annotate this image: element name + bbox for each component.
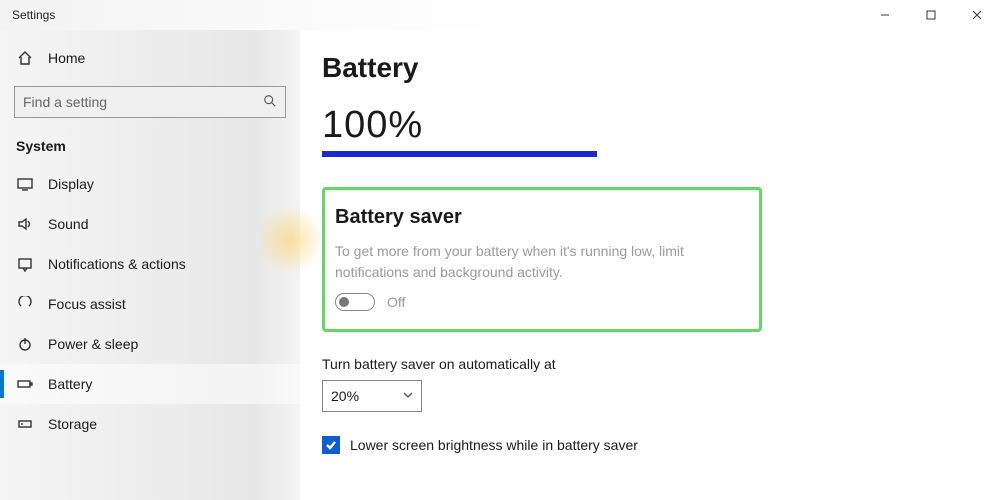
power-icon [16,336,34,352]
sidebar-item-notifications[interactable]: Notifications & actions [0,244,300,284]
sidebar-item-label: Storage [48,416,97,432]
battery-saver-description: To get more from your battery when it's … [335,241,735,283]
display-icon [16,176,34,192]
battery-saver-toggle[interactable] [335,293,375,311]
sidebar-item-label: Power & sleep [48,336,138,352]
sidebar-item-focus-assist[interactable]: Focus assist [0,284,300,324]
sidebar-item-label: Notifications & actions [48,256,186,272]
brightness-checkbox-label: Lower screen brightness while in battery… [350,437,638,453]
minimize-button[interactable] [862,0,908,30]
sidebar-home[interactable]: Home [0,38,300,78]
sidebar-home-label: Home [48,50,85,66]
search-box[interactable] [14,86,286,118]
battery-icon [16,376,34,392]
sidebar-item-label: Sound [48,216,88,232]
battery-level-text: 100% [322,104,970,147]
maximize-button[interactable] [908,0,954,30]
sidebar-item-display[interactable]: Display [0,164,300,204]
close-button[interactable] [954,0,1000,30]
sidebar-item-label: Display [48,176,94,192]
sidebar-item-power-sleep[interactable]: Power & sleep [0,324,300,364]
sidebar: Home System Display Sound [0,30,300,500]
search-icon [263,94,277,111]
sidebar-item-sound[interactable]: Sound [0,204,300,244]
titlebar: Settings [0,0,1000,30]
search-input[interactable] [23,94,263,110]
toggle-knob [339,297,349,307]
notifications-icon [16,256,34,272]
storage-icon [16,416,34,432]
focus-assist-icon [16,296,34,312]
sidebar-item-storage[interactable]: Storage [0,404,300,444]
sound-icon [16,216,34,232]
page-title: Battery [322,52,970,84]
battery-level-bar [322,151,597,157]
auto-on-label: Turn battery saver on automatically at [322,356,970,372]
chevron-down-icon [403,390,413,403]
window-title: Settings [0,8,55,22]
sidebar-item-label: Focus assist [48,296,126,312]
auto-on-select[interactable]: 20% [322,380,422,412]
main-content: Battery 100% Battery saver To get more f… [300,30,1000,500]
brightness-checkbox[interactable] [322,436,340,454]
sidebar-item-battery[interactable]: Battery [0,364,300,404]
auto-on-value: 20% [331,388,359,404]
battery-saver-heading: Battery saver [335,206,741,229]
checkmark-icon [325,439,337,451]
sidebar-item-label: Battery [48,376,92,392]
home-icon [16,50,34,66]
battery-saver-toggle-label: Off [387,294,405,310]
sidebar-category: System [0,132,300,164]
battery-saver-section: Battery saver To get more from your batt… [322,187,762,332]
